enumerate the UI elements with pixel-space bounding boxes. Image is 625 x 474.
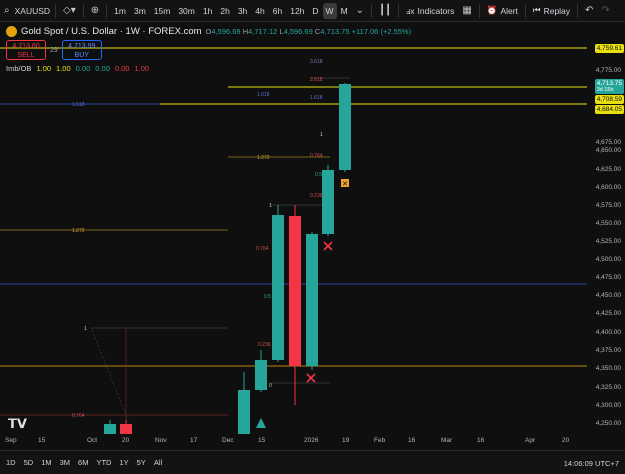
tf-30m[interactable]: 30m — [174, 0, 199, 22]
price-tag-mid[interactable]: 4,708.59 — [594, 95, 624, 104]
chevron-down-icon[interactable]: ⌄ — [352, 0, 368, 22]
replay-icon: ⏮ — [532, 5, 541, 15]
candle[interactable] — [272, 215, 284, 360]
price-tag-low[interactable]: 4,684.05 — [594, 105, 624, 114]
tf-m[interactable]: M — [337, 0, 352, 22]
sell-button[interactable]: 4,713.60 SELL — [6, 40, 46, 60]
fib-label: 1 — [84, 326, 87, 332]
fib-label: 1.272 — [257, 155, 270, 161]
tf-12h[interactable]: 12h — [286, 0, 308, 22]
indicators-button[interactable]: ⅎx Indicators — [402, 0, 458, 22]
layout-icon[interactable]: ▦ — [458, 0, 475, 22]
chart-title: Gold Spot / U.S. Dollar · 1W · FOREX.com — [21, 26, 202, 37]
chart-legend: Gold Spot / U.S. Dollar · 1W · FOREX.com… — [6, 26, 411, 37]
tf-3h[interactable]: 3h — [234, 0, 251, 22]
candle[interactable] — [339, 84, 351, 170]
imb-ob-indicator[interactable]: Imb/OB 1.00 1.00 0.00 0.00 0.00 1.00 — [6, 64, 149, 73]
range-ytd[interactable]: YTD — [96, 458, 111, 467]
fib-label: 0.5 — [315, 172, 322, 178]
tf-6h[interactable]: 6h — [269, 0, 286, 22]
alarm-icon: ⏰ — [486, 5, 498, 15]
diamond-icon[interactable]: ◇▾ — [59, 0, 80, 22]
range-6m[interactable]: 6M — [78, 458, 88, 467]
tf-1h[interactable]: 1h — [199, 0, 216, 22]
bottom-bar: 1D 5D 1M 3M 6M YTD 1Y 5Y All 14:06:09 UT… — [0, 450, 625, 474]
tf-2h[interactable]: 2h — [216, 0, 233, 22]
tf-d[interactable]: D — [308, 0, 322, 22]
buy-signal-triangle[interactable] — [256, 418, 266, 428]
range-1y[interactable]: 1Y — [119, 458, 128, 467]
candle[interactable] — [289, 216, 301, 366]
cross-marker-2[interactable] — [306, 373, 316, 383]
gold-logo-icon — [6, 26, 17, 37]
range-1m[interactable]: 1M — [41, 458, 51, 467]
alert-label: Alert — [500, 5, 518, 16]
tradingview-logo-icon: 𝗧𝗩 — [8, 416, 27, 431]
replay-label: Replay — [543, 5, 571, 16]
fib-label: 1.618 — [72, 102, 85, 108]
indicators-icon: ⅎx — [406, 5, 415, 16]
cross-marker-1[interactable] — [323, 241, 333, 251]
indicators-label: Indicators — [417, 5, 455, 16]
fib-label: 0.5 — [264, 294, 271, 300]
add-symbol-icon[interactable]: ⊕ — [87, 0, 103, 22]
range-1d[interactable]: 1D — [6, 458, 16, 467]
fib-label: 0.764 — [72, 413, 85, 419]
fib-dash-line — [91, 329, 129, 421]
buy-button[interactable]: 4,713.99 BUY — [61, 40, 102, 60]
symbol-name[interactable]: XAUUSD — [13, 0, 52, 22]
fib-label: 1.618 — [257, 92, 270, 98]
symbol-search[interactable]: ⌕ XAUUSD — [0, 0, 52, 22]
range-all[interactable]: All — [154, 458, 162, 467]
fib-label: 0.764 — [256, 246, 269, 252]
search-icon: ⌕ — [4, 5, 10, 16]
svg-text:✕: ✕ — [342, 181, 348, 188]
fib-label: 0.236 — [310, 193, 323, 199]
tf-4h[interactable]: 4h — [251, 0, 268, 22]
candle[interactable] — [104, 424, 116, 434]
range-5d[interactable]: 5D — [24, 458, 34, 467]
fib-label: 3.618 — [310, 59, 323, 65]
time-axis[interactable]: Sep 15 Oct 20 Nov 17 Dec 15 2026 19 Feb … — [0, 434, 590, 448]
fib-label: 1.272 — [72, 228, 85, 234]
tf-3m[interactable]: 3m — [130, 0, 150, 22]
fib-label: 0 — [269, 383, 272, 389]
price-tag-top[interactable]: 4,759.61 — [594, 44, 624, 53]
undo-icon[interactable]: ↶ — [581, 0, 597, 22]
fib-label: 2.618 — [310, 77, 323, 83]
current-price-tag[interactable]: 4,713.75 3d 15h — [594, 79, 624, 94]
candle[interactable] — [306, 234, 318, 366]
chart-type-icon[interactable]: ┃┃ — [375, 0, 395, 22]
spread-value: 29 — [50, 46, 58, 54]
candle[interactable] — [322, 170, 334, 234]
fib-label: 1.618 — [310, 95, 323, 101]
tf-15m[interactable]: 15m — [150, 0, 175, 22]
fib-label: 0.236 — [258, 342, 271, 348]
fib-label: 1 — [269, 203, 272, 209]
tf-w[interactable]: W — [322, 2, 337, 19]
candle[interactable] — [120, 424, 132, 434]
range-5y[interactable]: 5Y — [137, 458, 146, 467]
chart-canvas[interactable]: ✕ 3.618 2.618 1.618 1.618 1.618 1.272 1.… — [0, 22, 625, 434]
fib-label: 1 — [320, 132, 323, 138]
range-3m[interactable]: 3M — [60, 458, 70, 467]
trade-panel: 4,713.60 SELL 29 4,713.99 BUY — [6, 40, 102, 60]
alert-button[interactable]: ⏰ Alert — [483, 0, 522, 22]
candle[interactable] — [238, 390, 250, 434]
tf-1m[interactable]: 1m — [110, 0, 130, 22]
ohlc-values: O4,596.69 H4,717.12 L4,596.69 C4,713.75 … — [205, 27, 412, 36]
top-toolbar: ⌕ XAUUSD ◇▾ ⊕ 1m 3m 15m 30m 1h 2h 3h 4h … — [0, 0, 625, 22]
replay-button[interactable]: ⏮ Replay — [529, 0, 574, 22]
clock[interactable]: 14:06:09 UTC+7 — [564, 459, 619, 468]
candle[interactable] — [255, 360, 267, 390]
fib-label: 0.764 — [310, 153, 323, 159]
redo-icon[interactable]: ↷ — [597, 0, 613, 22]
